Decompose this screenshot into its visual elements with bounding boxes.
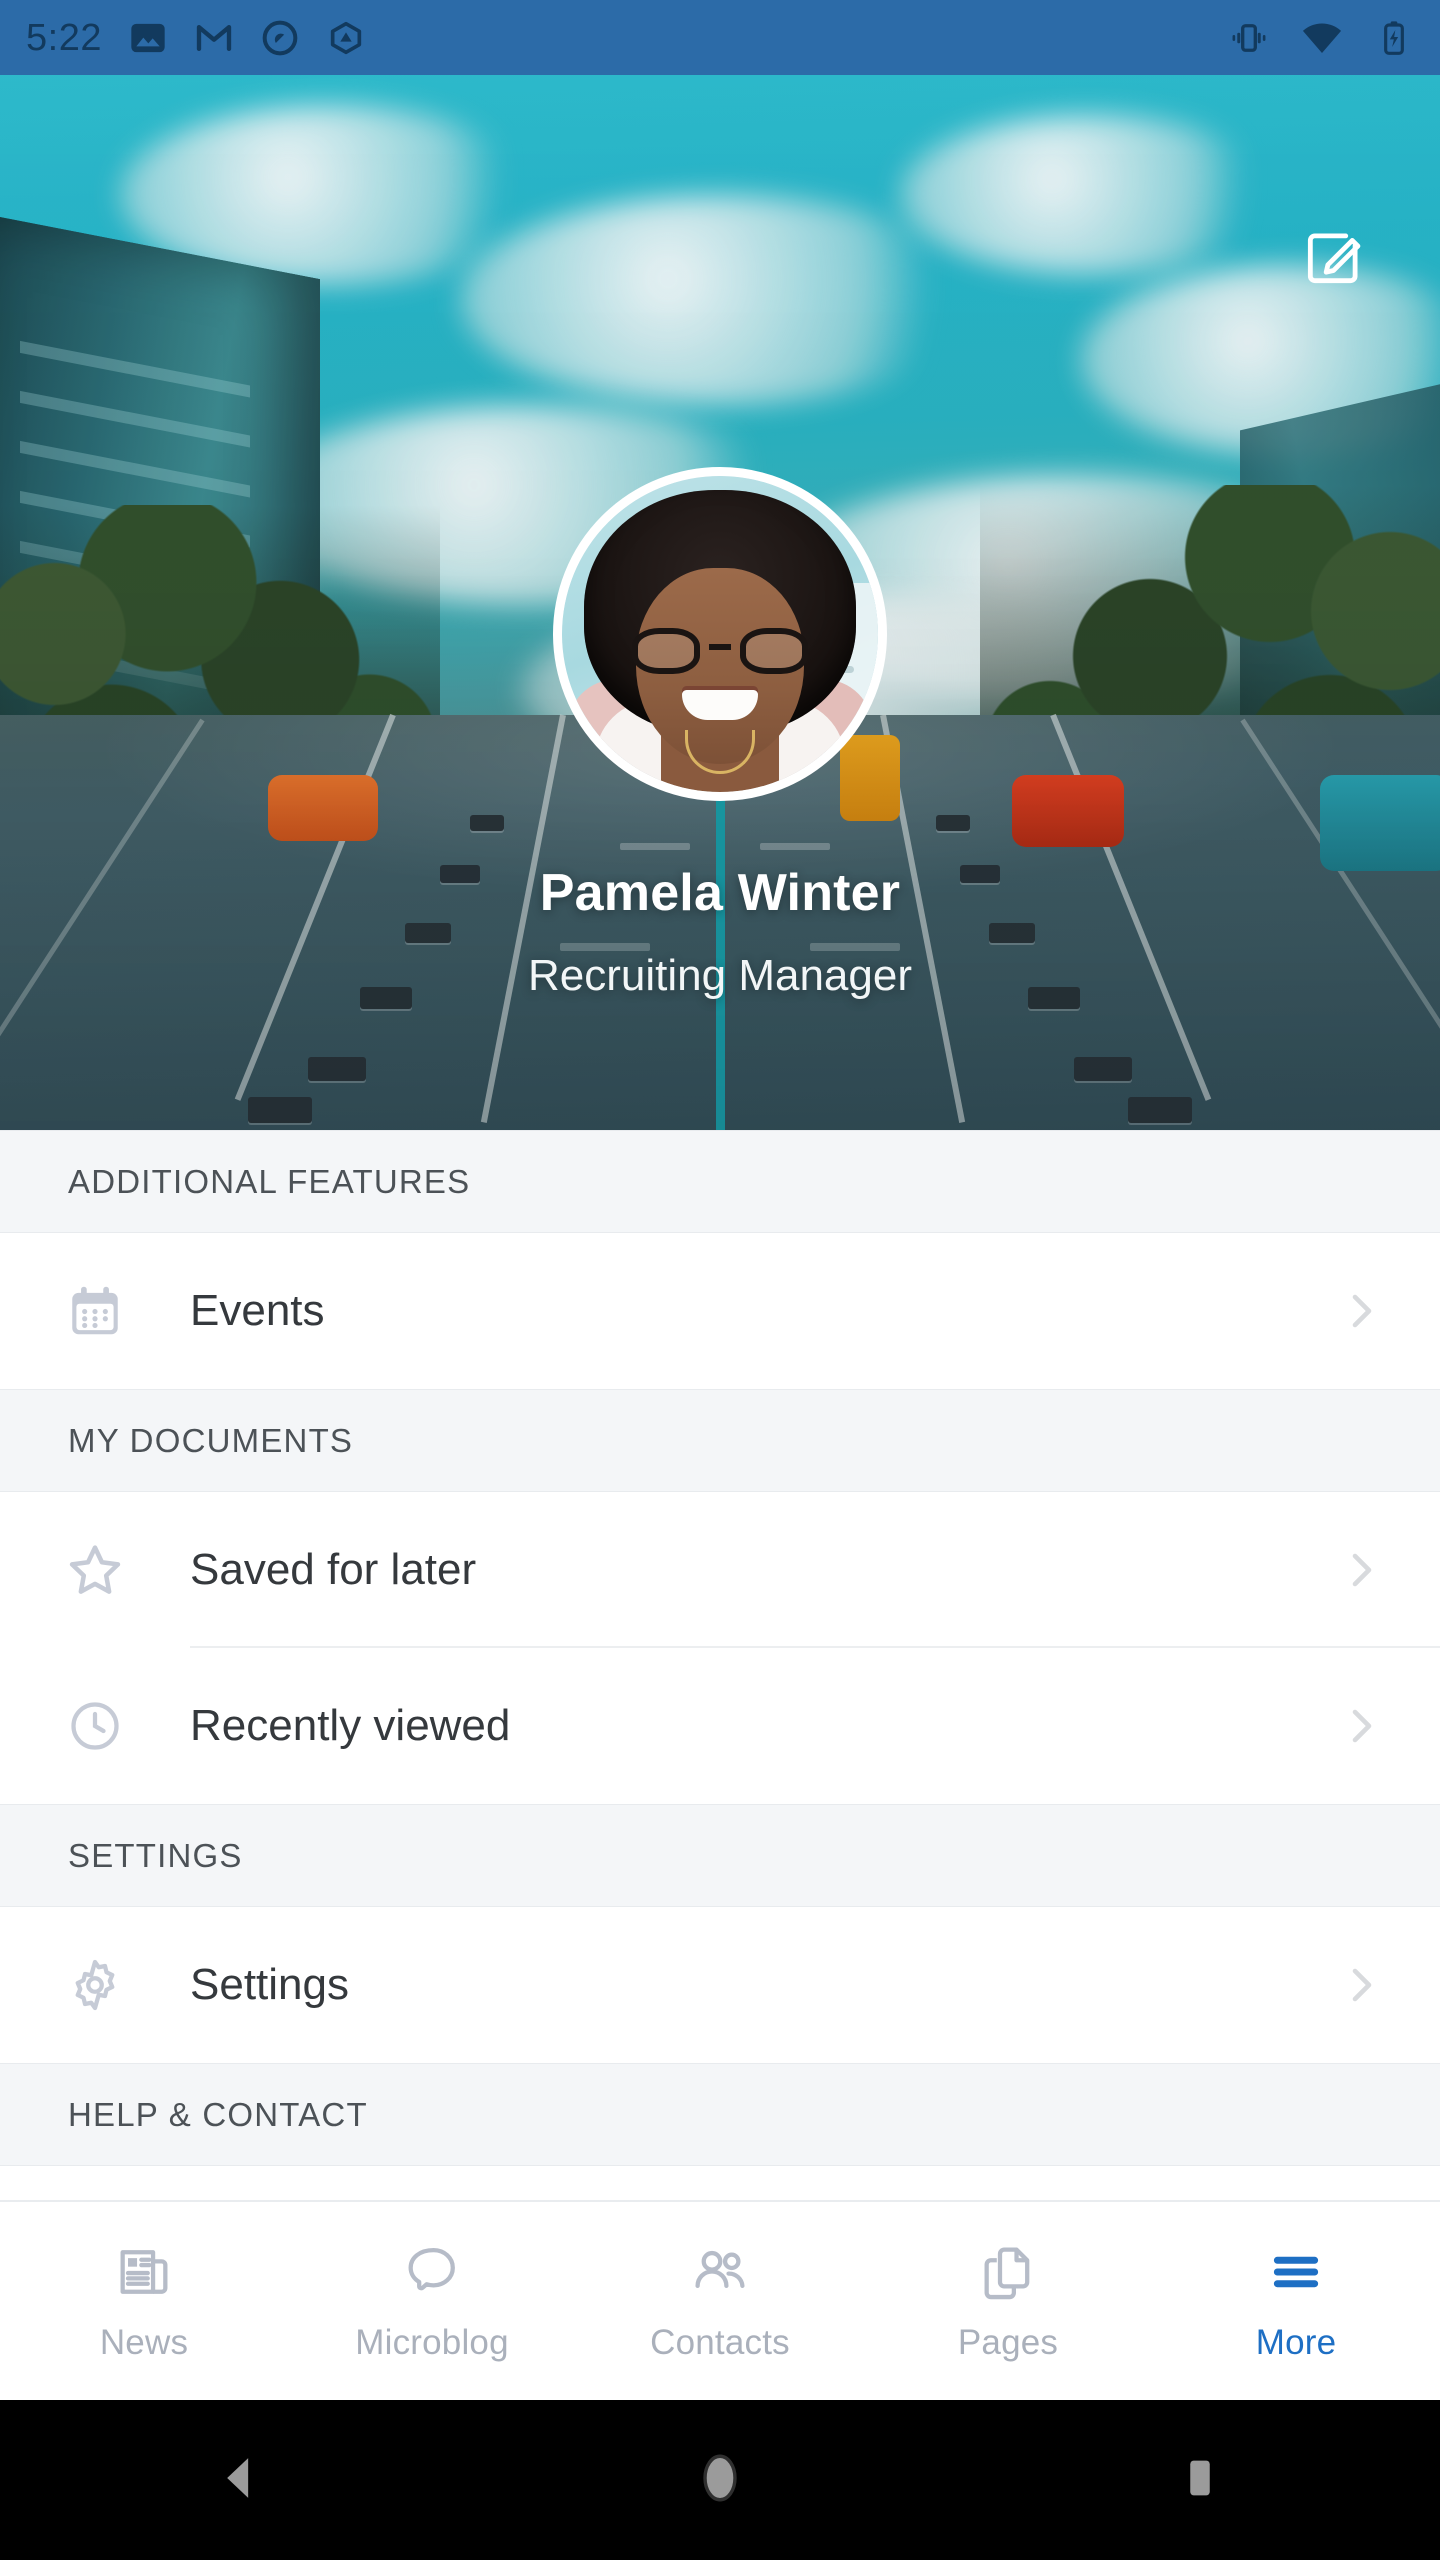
profile-hero: Pamela Winter Recruiting Manager bbox=[0, 75, 1440, 1130]
avatar[interactable] bbox=[553, 467, 887, 801]
chevron-right-icon bbox=[1326, 1961, 1396, 2009]
menu-item-label: Recently viewed bbox=[190, 1701, 511, 1750]
edit-compose-icon bbox=[1299, 224, 1367, 297]
people-icon bbox=[688, 2240, 752, 2309]
avatar-image bbox=[562, 476, 878, 792]
menu-item-events[interactable]: Events bbox=[0, 1233, 1440, 1389]
recents-button[interactable] bbox=[1140, 2420, 1260, 2540]
vibrate-icon bbox=[1228, 17, 1270, 59]
menu-item-label: Saved for later bbox=[190, 1545, 477, 1594]
back-button[interactable] bbox=[180, 2420, 300, 2540]
back-icon bbox=[212, 2450, 268, 2511]
speech-bubble-icon bbox=[400, 2240, 464, 2309]
chevron-right-icon bbox=[1326, 1546, 1396, 1594]
section-header-additional-features: ADDITIONAL FEATURES bbox=[0, 1130, 1440, 1233]
menu-item-help-partial[interactable] bbox=[0, 2166, 1440, 2200]
home-icon bbox=[691, 2449, 749, 2512]
newspaper-icon bbox=[112, 2240, 176, 2309]
hamburger-menu-icon bbox=[1264, 2240, 1328, 2309]
wifi-icon bbox=[1300, 16, 1344, 60]
nav-tab-contacts[interactable]: Contacts bbox=[576, 2202, 864, 2400]
clock-icon bbox=[0, 1696, 190, 1756]
nav-tab-microblog[interactable]: Microblog bbox=[288, 2202, 576, 2400]
star-icon bbox=[0, 1538, 190, 1602]
nav-tab-label: More bbox=[1255, 2322, 1337, 2362]
profile-role: Recruiting Manager bbox=[528, 951, 912, 1000]
android-navigation-bar bbox=[0, 2400, 1440, 2560]
recents-icon bbox=[1174, 2452, 1226, 2509]
home-button[interactable] bbox=[660, 2420, 780, 2540]
app-circle-icon bbox=[260, 18, 300, 58]
photos-icon bbox=[128, 18, 168, 58]
nav-tab-more[interactable]: More bbox=[1152, 2202, 1440, 2400]
profile-name: Pamela Winter bbox=[539, 864, 901, 922]
status-clock: 5:22 bbox=[26, 16, 102, 59]
status-bar-left: 5:22 bbox=[26, 18, 366, 58]
gmail-icon bbox=[194, 18, 234, 58]
menu-item-settings[interactable]: Settings bbox=[0, 1907, 1440, 2063]
nav-tab-label: Microblog bbox=[355, 2322, 509, 2362]
calendar-icon bbox=[0, 1280, 190, 1342]
chevron-right-icon bbox=[1326, 1287, 1396, 1335]
section-header-settings: SETTINGS bbox=[0, 1804, 1440, 1907]
section-header-help-contact: HELP & CONTACT bbox=[0, 2063, 1440, 2166]
nav-tab-pages[interactable]: Pages bbox=[864, 2202, 1152, 2400]
bottom-navigation: News Microblog Contacts Pages More bbox=[0, 2200, 1440, 2400]
nav-tab-label: Contacts bbox=[650, 2322, 790, 2362]
nav-tab-label: News bbox=[99, 2322, 189, 2362]
edit-profile-button[interactable] bbox=[1288, 215, 1378, 305]
status-bar-right bbox=[1228, 16, 1414, 60]
menu-item-saved-for-later[interactable]: Saved for later bbox=[0, 1492, 1440, 1648]
section-header-my-documents: MY DOCUMENTS bbox=[0, 1389, 1440, 1492]
menu-item-label: Settings bbox=[190, 1960, 349, 2009]
battery-charging-icon bbox=[1374, 18, 1414, 58]
menu-list: ADDITIONAL FEATURES Events MY DOCUMENTS bbox=[0, 1130, 1440, 2200]
nav-tab-news[interactable]: News bbox=[0, 2202, 288, 2400]
documents-icon bbox=[976, 2240, 1040, 2309]
nav-tab-label: Pages bbox=[957, 2322, 1059, 2362]
menu-item-label: Events bbox=[190, 1286, 325, 1335]
menu-item-recently-viewed[interactable]: Recently viewed bbox=[0, 1648, 1440, 1804]
status-bar: 5:22 bbox=[0, 0, 1440, 75]
phone-screen: 5:22 Pamela Winter Recruiting Manager AD… bbox=[0, 0, 1440, 2560]
chevron-right-icon bbox=[1326, 1702, 1396, 1750]
gear-icon bbox=[0, 1955, 190, 2015]
drive-triangle-icon bbox=[326, 18, 366, 58]
